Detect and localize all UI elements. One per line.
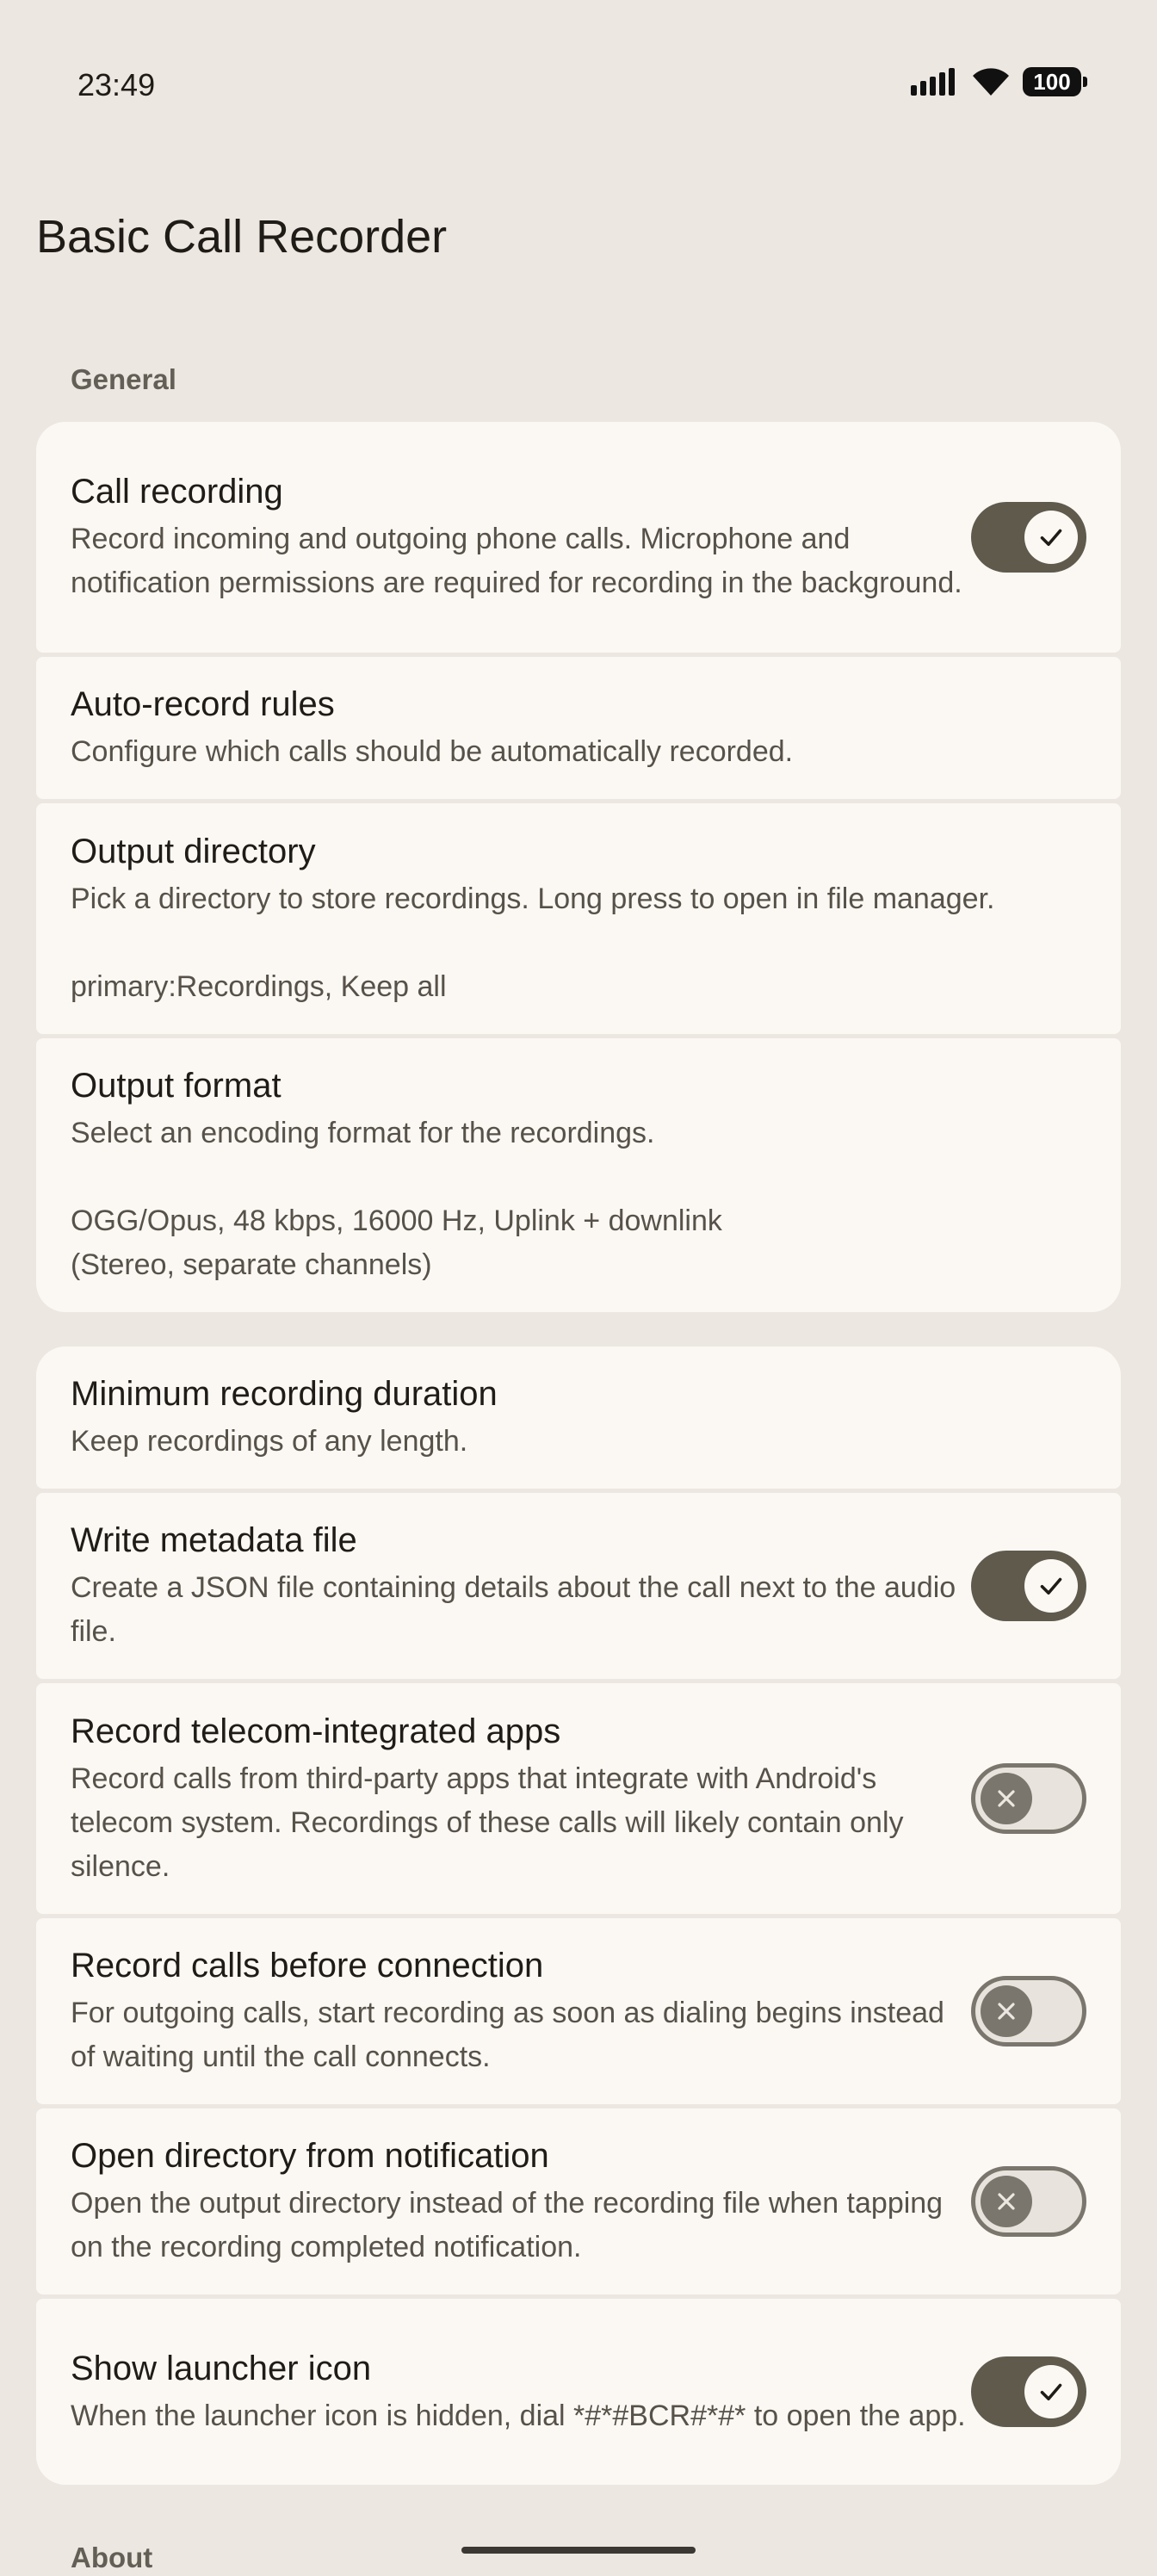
pref-title: Minimum recording duration bbox=[71, 1375, 498, 1413]
pref-before-connection[interactable]: Record calls before connection For outgo… bbox=[36, 1918, 1121, 2104]
open-directory-switch[interactable] bbox=[971, 2166, 1086, 2237]
pref-title: Write metadata file bbox=[71, 1521, 357, 1559]
pref-output-format[interactable]: Output format Select an encoding format … bbox=[36, 1038, 1121, 1312]
pref-summary: Select an encoding format for the record… bbox=[71, 1117, 655, 1149]
status-time: 23:49 bbox=[77, 67, 156, 102]
pref-auto-record-rules[interactable]: Auto-record rules Configure which calls … bbox=[36, 657, 1121, 799]
pref-summary: Record incoming and outgoing phone calls… bbox=[71, 523, 962, 599]
status-icons: 100 bbox=[911, 67, 1087, 96]
pref-title: Open directory from notification bbox=[71, 2137, 549, 2175]
pref-open-directory[interactable]: Open directory from notification Open th… bbox=[36, 2108, 1121, 2294]
signal-icon bbox=[911, 68, 955, 96]
pref-telecom-apps[interactable]: Record telecom-integrated apps Record ca… bbox=[36, 1683, 1121, 1914]
pref-summary: Keep recordings of any length. bbox=[71, 1425, 468, 1458]
before-connection-switch[interactable] bbox=[971, 1976, 1086, 2047]
pref-summary: Record calls from third-party apps that … bbox=[71, 1762, 904, 1883]
pref-call-recording[interactable]: Call recording Record incoming and outgo… bbox=[36, 422, 1121, 653]
pref-min-duration[interactable]: Minimum recording duration Keep recordin… bbox=[36, 1347, 1121, 1489]
pref-title: Record telecom-integrated apps bbox=[71, 1712, 561, 1750]
page-title: Basic Call Recorder bbox=[36, 211, 448, 263]
write-metadata-switch[interactable] bbox=[971, 1551, 1086, 1621]
status-bar: 23:49 100 bbox=[0, 0, 1157, 172]
pref-output-directory[interactable]: Output directory Pick a directory to sto… bbox=[36, 803, 1121, 1034]
close-icon bbox=[981, 2176, 1032, 2227]
pref-summary: Configure which calls should be automati… bbox=[71, 735, 794, 768]
pref-title: Output directory bbox=[71, 832, 316, 870]
pref-summary: For outgoing calls, start recording as s… bbox=[71, 1997, 944, 2073]
pref-value: OGG/Opus, 48 kbps, 16000 Hz, Uplink + do… bbox=[71, 1204, 722, 1281]
settings-group-behavior: Minimum recording duration Keep recordin… bbox=[36, 1347, 1121, 2489]
pref-title: Record calls before connection bbox=[71, 1947, 544, 1985]
pref-launcher-icon[interactable]: Show launcher icon When the launcher ico… bbox=[36, 2299, 1121, 2485]
pref-title: Output format bbox=[71, 1067, 282, 1105]
launcher-icon-switch[interactable] bbox=[971, 2356, 1086, 2427]
section-header-general: General bbox=[71, 363, 176, 395]
check-icon bbox=[1024, 2365, 1078, 2418]
close-icon bbox=[981, 1773, 1032, 1824]
check-icon bbox=[1024, 511, 1078, 564]
wifi-icon bbox=[973, 68, 1009, 96]
home-indicator[interactable] bbox=[461, 2547, 696, 2554]
pref-title: Call recording bbox=[71, 473, 283, 511]
pref-summary: Open the output directory instead of the… bbox=[71, 2187, 944, 2263]
pref-summary: Pick a directory to store recordings. Lo… bbox=[71, 882, 995, 915]
pref-write-metadata[interactable]: Write metadata file Create a JSON file c… bbox=[36, 1493, 1121, 1679]
close-icon bbox=[981, 1985, 1032, 2037]
pref-title: Show launcher icon bbox=[71, 2349, 372, 2387]
telecom-apps-switch[interactable] bbox=[971, 1763, 1086, 1834]
call-recording-switch[interactable] bbox=[971, 502, 1086, 573]
section-header-about: About bbox=[71, 2542, 153, 2573]
pref-summary: Create a JSON file containing details ab… bbox=[71, 1571, 956, 1648]
pref-title: Auto-record rules bbox=[71, 685, 335, 723]
battery-level: 100 bbox=[1033, 68, 1071, 95]
check-icon bbox=[1024, 1559, 1078, 1613]
pref-value: primary:Recordings, Keep all bbox=[71, 969, 447, 1003]
pref-summary: When the launcher icon is hidden, dial *… bbox=[71, 2399, 966, 2432]
battery-icon: 100 bbox=[1023, 67, 1087, 96]
settings-group-general: Call recording Record incoming and outgo… bbox=[36, 422, 1121, 1316]
